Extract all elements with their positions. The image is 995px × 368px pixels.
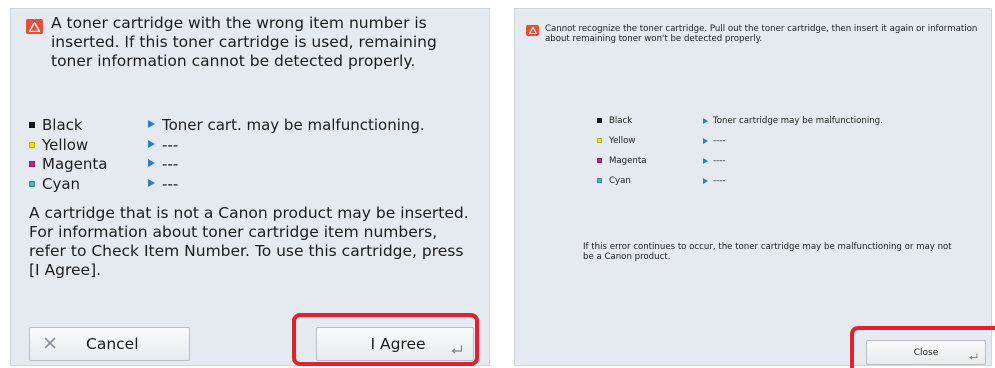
arrow-right-icon [148,178,155,187]
arrow-right-icon [703,158,708,164]
toner-name: Black [609,116,633,126]
toner-status: --- [162,155,179,173]
unrecognized-cartridge-dialog: Cannot recognize the toner cartridge. Pu… [514,8,992,366]
enter-key-icon [969,353,978,360]
close-button-label: Close [913,347,939,358]
wrong-cartridge-dialog: A toner cartridge with the wrong item nu… [10,8,490,366]
close-x-icon [44,337,56,349]
toner-name: Magenta [609,156,647,166]
arrow-right-icon [148,159,155,167]
toner-status: --- [162,174,179,193]
toner-name: Cyan [42,174,81,193]
toner-name: Black [42,116,83,134]
toner-status: ---- [713,136,726,146]
magenta-swatch [29,161,35,167]
magenta-swatch [597,158,602,163]
arrow-right-icon [703,138,708,144]
warning-icon [26,19,43,34]
black-swatch [597,118,602,123]
toner-name: Yellow [42,135,89,154]
yellow-swatch [597,138,602,143]
close-button[interactable]: Close [866,340,986,365]
toner-status: Toner cart. may be malfunctioning. [162,116,425,134]
warning-icon [526,25,539,36]
toner-status: ---- [713,156,726,166]
cyan-swatch [597,178,602,183]
toner-status: Toner cartridge may be malfunctioning. [713,116,883,126]
i-agree-button[interactable]: I Agree [316,327,474,361]
arrow-right-icon [148,120,155,128]
toner-status: --- [162,135,179,154]
toner-name: Magenta [42,155,108,173]
i-agree-button-label: I Agree [370,335,426,353]
dialog-info-text: If this error continues to occur, the to… [583,242,952,262]
yellow-swatch [29,141,35,148]
toner-name: Yellow [609,136,636,146]
toner-name: Cyan [609,176,631,186]
cancel-button-label: Cancel [86,335,139,353]
dialog-message: A toner cartridge with the wrong item nu… [51,14,437,70]
arrow-right-icon [703,178,708,184]
arrow-right-icon [148,139,155,148]
cancel-button[interactable]: Cancel [29,327,190,361]
toner-status: ---- [713,176,726,186]
cyan-swatch [29,180,35,187]
dialog-message: Cannot recognize the toner cartridge. Pu… [545,24,978,44]
dialog-info-text: A cartridge that is not a Canon product … [29,204,469,279]
enter-key-icon [451,345,463,354]
arrow-right-icon [703,118,708,124]
black-swatch [29,122,35,128]
